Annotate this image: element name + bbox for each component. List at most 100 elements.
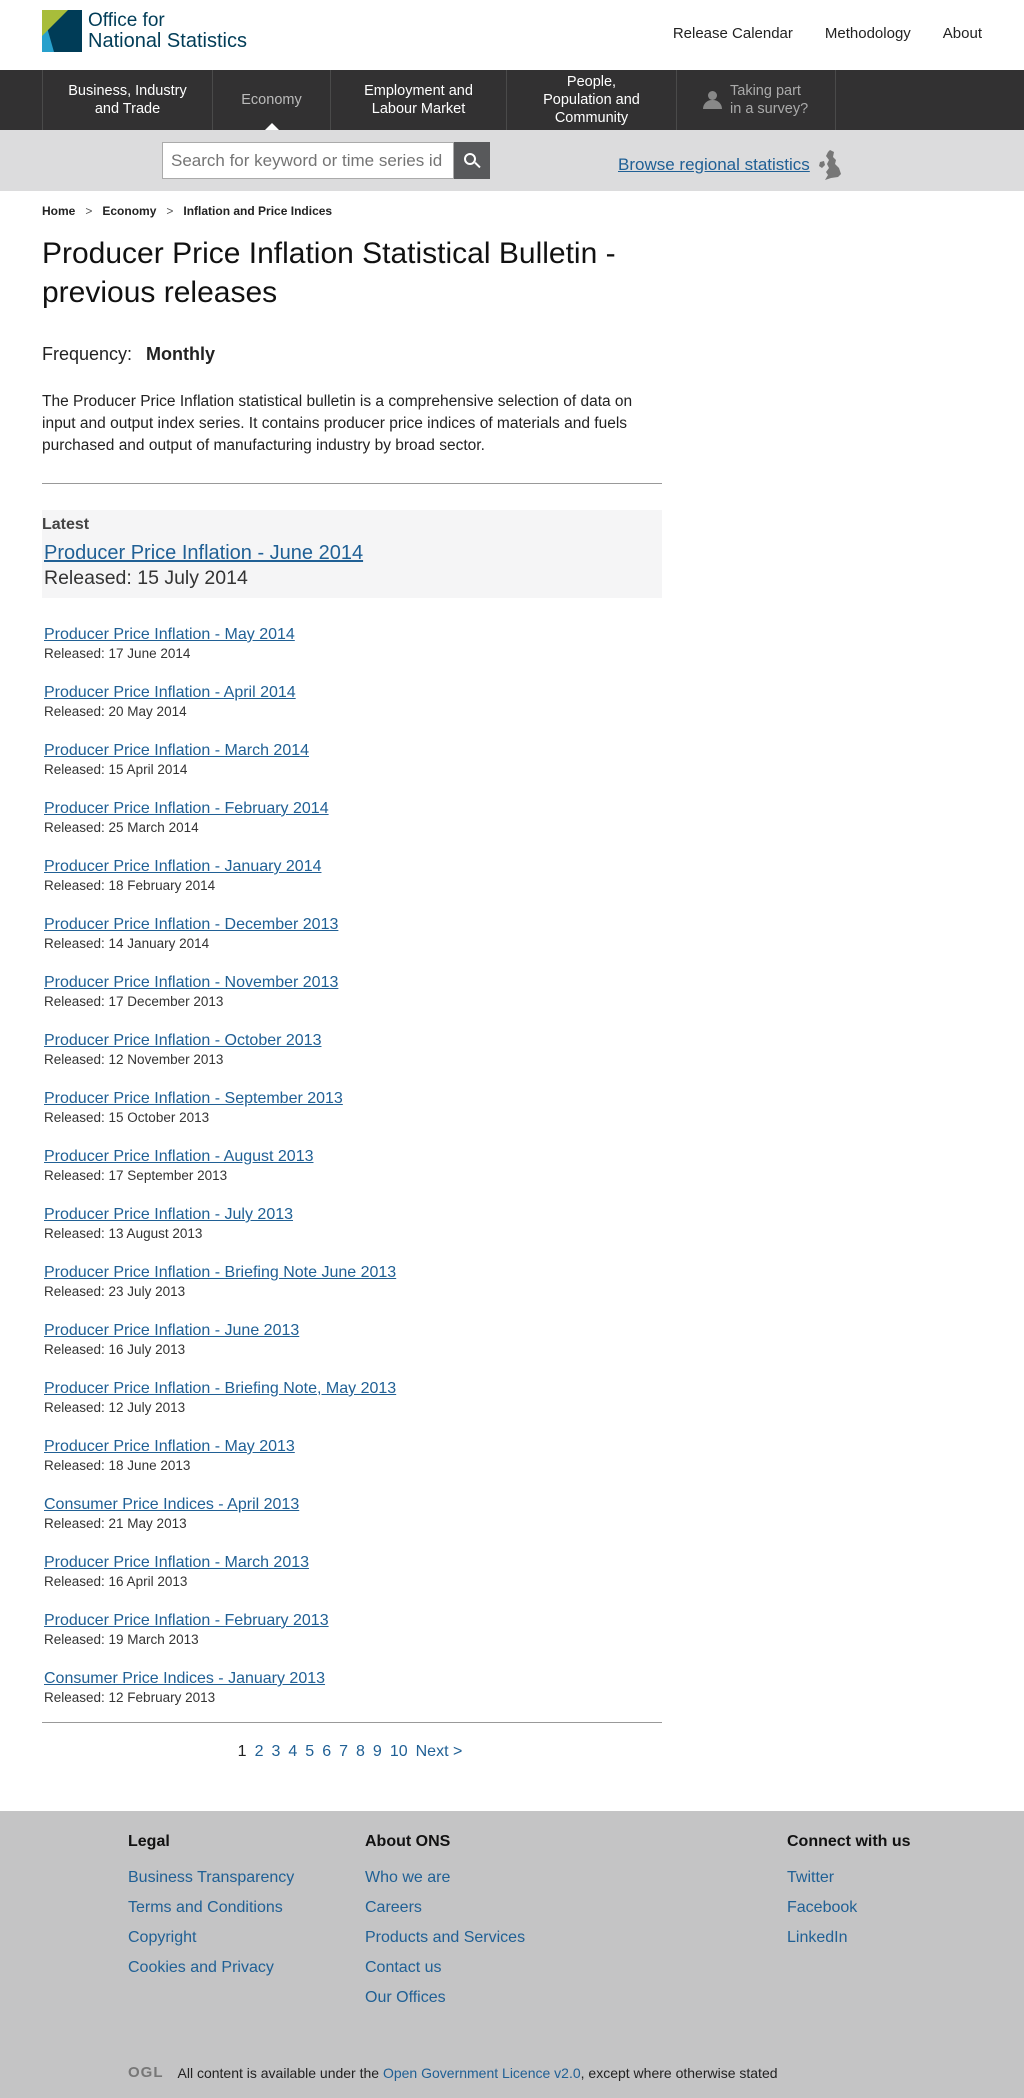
nav-item-employment[interactable]: Employment and Labour Market (330, 70, 506, 130)
pagination: 1 2 3 4 5 6 7 8 9 10 Next > (42, 1743, 662, 1761)
release-calendar-link[interactable]: Release Calendar (673, 25, 793, 42)
footer-link-cookies[interactable]: Cookies and Privacy (128, 1959, 294, 1977)
release-link[interactable]: Producer Price Inflation - November 2013 (44, 974, 338, 991)
release-link[interactable]: Producer Price Inflation - February 2014 (44, 800, 329, 817)
page-title: Producer Price Inflation Statistical Bul… (42, 237, 616, 309)
breadcrumb-economy[interactable]: Economy (102, 204, 156, 218)
release-date: Released: 19 March 2013 (44, 1632, 199, 1647)
primary-nav: Business, Industry and Trade Economy Emp… (0, 70, 1024, 130)
footer-link-terms[interactable]: Terms and Conditions (128, 1899, 294, 1917)
methodology-link[interactable]: Methodology (825, 25, 911, 42)
breadcrumb-inflation[interactable]: Inflation and Price Indices (183, 204, 332, 218)
divider (42, 1722, 662, 1723)
latest-label: Latest (42, 516, 90, 533)
search-bar: Browse regional statistics (0, 130, 1024, 191)
ons-logo[interactable]: Office for National Statistics (42, 10, 247, 52)
survey-label: Taking part in a survey? (730, 83, 809, 117)
uk-map-icon (818, 150, 841, 180)
footer-link-linkedin[interactable]: LinkedIn (787, 1929, 911, 1947)
breadcrumb-separator: > (166, 204, 174, 218)
nav-item-people[interactable]: People, Population and Community (506, 70, 676, 130)
release-link[interactable]: Producer Price Inflation - February 2013 (44, 1612, 329, 1629)
footer-link-who-we-are[interactable]: Who we are (365, 1869, 525, 1887)
footer-link-products[interactable]: Products and Services (365, 1929, 525, 1947)
page-link[interactable]: 8 (356, 1743, 365, 1761)
release-item: Producer Price Inflation - December 2013… (42, 902, 662, 960)
footer-link-contact[interactable]: Contact us (365, 1959, 525, 1977)
release-link[interactable]: Producer Price Inflation - March 2013 (44, 1554, 309, 1571)
footer-link-careers[interactable]: Careers (365, 1899, 525, 1917)
page-link[interactable]: 7 (339, 1743, 348, 1761)
breadcrumb-separator: > (85, 204, 93, 218)
nav-item-business[interactable]: Business, Industry and Trade (42, 70, 212, 130)
release-item: Producer Price Inflation - February 2014… (42, 786, 662, 844)
release-item: Producer Price Inflation - September 201… (42, 1076, 662, 1134)
release-date: Released: 20 May 2014 (44, 704, 187, 719)
release-date: Released: 18 February 2014 (44, 878, 216, 893)
release-link[interactable]: Producer Price Inflation - August 2013 (44, 1148, 314, 1165)
page-current: 1 (237, 1743, 247, 1760)
browse-regional-link[interactable]: Browse regional statistics (618, 155, 810, 175)
page-link[interactable]: 5 (305, 1743, 314, 1761)
ogl-logo: OGL (128, 2064, 164, 2081)
release-item: Consumer Price Indices - April 2013 Relea… (42, 1482, 662, 1540)
release-item: Producer Price Inflation - March 2013 Rel… (42, 1540, 662, 1598)
release-link[interactable]: Consumer Price Indices - April 2013 (44, 1496, 299, 1513)
release-item: Producer Price Inflation - May 2014 Relea… (42, 612, 662, 670)
breadcrumb-home[interactable]: Home (42, 204, 75, 218)
licence-pre: All content is available under the (177, 2064, 380, 2081)
release-date: Released: 12 July 2013 (44, 1400, 186, 1415)
release-link[interactable]: Producer Price Inflation - May 2014 (44, 626, 295, 643)
release-item: Producer Price Inflation - Briefing Note… (42, 1250, 662, 1308)
release-link[interactable]: Producer Price Inflation - December 2013 (44, 916, 338, 933)
release-link[interactable]: Producer Price Inflation - May 2013 (44, 1438, 295, 1455)
release-link[interactable]: Producer Price Inflation - October 2013 (44, 1032, 321, 1049)
release-list: Producer Price Inflation - May 2014 Relea… (42, 612, 662, 1714)
footer-link-offices[interactable]: Our Offices (365, 1989, 525, 2007)
nav-item-economy[interactable]: Economy (212, 70, 330, 130)
footer-connect: Connect with us Twitter Facebook LinkedI… (787, 1833, 911, 1959)
release-link[interactable]: Producer Price Inflation - September 201… (44, 1090, 343, 1107)
footer-link-copyright[interactable]: Copyright (128, 1929, 294, 1947)
site-footer: Legal Business Transparency Terms and Co… (0, 1811, 1024, 2098)
release-link[interactable]: Producer Price Inflation - Briefing Note… (44, 1264, 396, 1281)
ons-logo-icon (42, 10, 82, 52)
release-date: Released: 15 April 2014 (44, 762, 188, 777)
release-link[interactable]: Producer Price Inflation - March 2014 (44, 742, 309, 759)
page-link[interactable]: 4 (288, 1743, 297, 1761)
latest-release-date: Released: 15 July 2014 (44, 567, 248, 589)
breadcrumb: Home > Economy > Inflation and Price Ind… (42, 204, 662, 218)
release-link[interactable]: Producer Price Inflation - June 2013 (44, 1322, 299, 1339)
release-item: Producer Price Inflation - August 2013 Re… (42, 1134, 662, 1192)
footer-about-heading: About ONS (365, 1833, 451, 1850)
latest-release-link[interactable]: Producer Price Inflation - June 2014 (44, 542, 660, 565)
release-link[interactable]: Producer Price Inflation - April 2014 (44, 684, 296, 701)
release-link[interactable]: Consumer Price Indices - January 2013 (44, 1670, 325, 1687)
frequency-label: Frequency: (42, 344, 133, 364)
divider (42, 483, 662, 484)
page-link[interactable]: 2 (255, 1743, 264, 1761)
release-item: Producer Price Inflation - March 2014 Rel… (42, 728, 662, 786)
page-link[interactable]: 10 (390, 1743, 408, 1761)
release-date: Released: 23 July 2013 (44, 1284, 186, 1299)
release-link[interactable]: Producer Price Inflation - July 2013 (44, 1206, 293, 1223)
search-button[interactable] (454, 142, 490, 179)
next-page-link[interactable]: Next > (416, 1743, 463, 1761)
footer-link-facebook[interactable]: Facebook (787, 1899, 911, 1917)
footer-about: About ONS Who we are Careers Products an… (365, 1833, 525, 2019)
search-input[interactable] (162, 142, 454, 179)
page-link[interactable]: 6 (322, 1743, 331, 1761)
nav-item-survey[interactable]: Taking part in a survey? (676, 70, 836, 130)
footer-link-twitter[interactable]: Twitter (787, 1869, 911, 1887)
release-link[interactable]: Producer Price Inflation - January 2014 (44, 858, 321, 875)
release-link[interactable]: Producer Price Inflation - Briefing Note… (44, 1380, 396, 1397)
page-link[interactable]: 3 (271, 1743, 280, 1761)
latest-release: Latest Producer Price Inflation - June 2… (42, 510, 662, 598)
footer-link-business-transparency[interactable]: Business Transparency (128, 1869, 294, 1887)
page-link[interactable]: 9 (373, 1743, 382, 1761)
ogl-link[interactable]: Open Government Licence v2.0 (383, 2065, 581, 2081)
about-link[interactable]: About (943, 25, 982, 42)
logo-line1: Office for (88, 10, 165, 31)
release-item: Producer Price Inflation - April 2014 Rel… (42, 670, 662, 728)
release-date: Released: 18 June 2013 (44, 1458, 191, 1473)
